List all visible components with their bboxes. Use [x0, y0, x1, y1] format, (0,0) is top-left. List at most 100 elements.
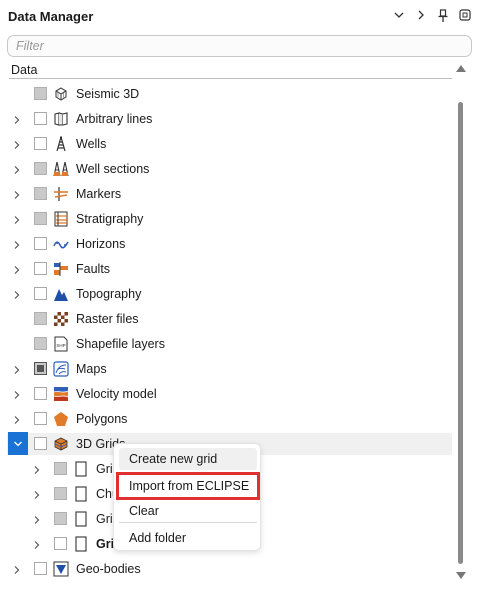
collapse-button[interactable] — [391, 9, 407, 25]
vertical-scrollbar[interactable] — [452, 62, 470, 584]
chevron-right-icon[interactable] — [7, 233, 27, 255]
raster-icon — [53, 311, 69, 327]
chevron-right-icon[interactable] — [7, 283, 27, 305]
panel-titlebar: Data Manager — [0, 0, 478, 34]
visibility-checkbox[interactable] — [54, 512, 67, 525]
visibility-checkbox[interactable] — [34, 87, 47, 100]
filter-input[interactable]: Filter — [7, 35, 472, 57]
chevron-right-icon[interactable] — [7, 108, 27, 130]
chevron-right-icon[interactable] — [7, 383, 27, 405]
tree-item-label: Velocity model — [76, 387, 157, 401]
tree-row[interactable]: Topography — [7, 283, 452, 305]
column-header-data[interactable]: Data — [9, 62, 452, 79]
visibility-checkbox[interactable] — [34, 287, 47, 300]
chevron-right-icon[interactable] — [7, 408, 27, 430]
visibility-checkbox[interactable] — [34, 187, 47, 200]
tree-row[interactable]: Wells — [7, 133, 452, 155]
menu-item-add-folder[interactable]: Add folder — [119, 527, 257, 549]
shapefile-icon: SHP — [53, 336, 69, 352]
restore-button[interactable] — [457, 9, 473, 25]
document-icon — [73, 511, 89, 527]
polygons-icon — [53, 411, 69, 427]
tree-row[interactable]: Well sections — [7, 158, 452, 180]
tree-row[interactable]: Arbitrary lines — [7, 108, 452, 130]
visibility-checkbox[interactable] — [54, 462, 67, 475]
tree-row[interactable]: Velocity model — [7, 383, 452, 405]
menu-item-import-from-eclipse[interactable]: Import from ECLIPSE — [116, 472, 260, 500]
document-icon — [73, 486, 89, 502]
tree-item-label: Topography — [76, 287, 142, 301]
grid-3d-icon — [53, 436, 69, 452]
tree-item-label: Gri — [96, 462, 113, 476]
visibility-checkbox[interactable] — [34, 262, 47, 275]
tree-item-label: Seismic 3D — [76, 87, 140, 101]
well-derrick-icon — [53, 136, 69, 152]
visibility-checkbox[interactable] — [54, 487, 67, 500]
restore-window-icon — [459, 9, 471, 21]
tree-row[interactable]: Seismic 3D — [7, 83, 452, 105]
chevron-right-icon[interactable] — [7, 558, 27, 580]
pin-button[interactable] — [435, 9, 451, 25]
tree-row[interactable]: Geo-bodies — [7, 558, 452, 580]
chevron-right-icon[interactable] — [7, 358, 27, 380]
tree-row[interactable]: Polygons — [7, 408, 452, 430]
scroll-thumb[interactable] — [458, 102, 463, 564]
tree-row[interactable]: Faults — [7, 258, 452, 280]
tree-row[interactable]: Stratigraphy — [7, 208, 452, 230]
next-button[interactable] — [413, 9, 429, 25]
horizons-icon — [53, 236, 69, 252]
tree-item-label: Horizons — [76, 237, 126, 251]
visibility-checkbox[interactable] — [34, 112, 47, 125]
visibility-checkbox[interactable] — [34, 312, 47, 325]
scroll-up-arrow-icon[interactable] — [456, 65, 466, 72]
stratigraphy-icon — [53, 211, 69, 227]
panel-title: Data Manager — [8, 9, 94, 24]
chevron-right-icon[interactable] — [27, 533, 47, 555]
tree-item-label: Wells — [76, 137, 107, 151]
visibility-checkbox[interactable] — [34, 162, 47, 175]
markers-icon — [53, 186, 69, 202]
topography-icon — [53, 286, 69, 302]
tree-item-label: Raster files — [76, 312, 139, 326]
tree-row[interactable]: Maps — [7, 358, 452, 380]
chevron-right-icon — [418, 10, 424, 20]
chevron-right-icon[interactable] — [7, 208, 27, 230]
menu-item-clear[interactable]: Clear — [119, 500, 257, 522]
visibility-checkbox[interactable] — [34, 237, 47, 250]
tree-item-label: Markers — [76, 187, 122, 201]
tree-row[interactable]: Markers — [7, 183, 452, 205]
tree-item-label: Well sections — [76, 162, 150, 176]
tree-row[interactable]: Horizons — [7, 233, 452, 255]
arbitrary-lines-icon — [53, 111, 69, 127]
chevron-right-icon[interactable] — [7, 158, 27, 180]
visibility-checkbox[interactable] — [34, 437, 47, 450]
tree-row[interactable]: Raster files — [7, 308, 452, 330]
visibility-checkbox[interactable] — [34, 362, 47, 375]
chevron-right-icon[interactable] — [27, 508, 47, 530]
visibility-checkbox[interactable] — [54, 537, 67, 550]
menu-item-create-new-grid[interactable]: Create new grid — [119, 448, 257, 470]
chevron-right-icon[interactable] — [7, 133, 27, 155]
chevron-down-icon[interactable] — [8, 432, 28, 455]
visibility-checkbox[interactable] — [34, 562, 47, 575]
chevron-right-icon[interactable] — [7, 258, 27, 280]
document-icon — [73, 536, 89, 552]
tree-item-label: Polygons — [76, 412, 128, 426]
tree-item-label: Geo-bodies — [76, 562, 141, 576]
chevron-right-icon[interactable] — [27, 483, 47, 505]
tree-item-label: Maps — [76, 362, 107, 376]
visibility-checkbox[interactable] — [34, 387, 47, 400]
velocity-model-icon — [53, 386, 69, 402]
chevron-right-icon[interactable] — [7, 183, 27, 205]
tree-row[interactable]: SHP Shapefile layers — [7, 333, 452, 355]
pin-icon — [438, 9, 448, 22]
faults-icon — [53, 261, 69, 277]
scroll-down-arrow-icon[interactable] — [456, 572, 466, 579]
tree-item-label: Gri — [96, 512, 113, 526]
visibility-checkbox[interactable] — [34, 137, 47, 150]
visibility-checkbox[interactable] — [34, 212, 47, 225]
visibility-checkbox[interactable] — [34, 337, 47, 350]
visibility-checkbox[interactable] — [34, 412, 47, 425]
context-menu: Create new grid Import from ECLIPSE Clea… — [113, 443, 261, 551]
chevron-right-icon[interactable] — [27, 458, 47, 480]
